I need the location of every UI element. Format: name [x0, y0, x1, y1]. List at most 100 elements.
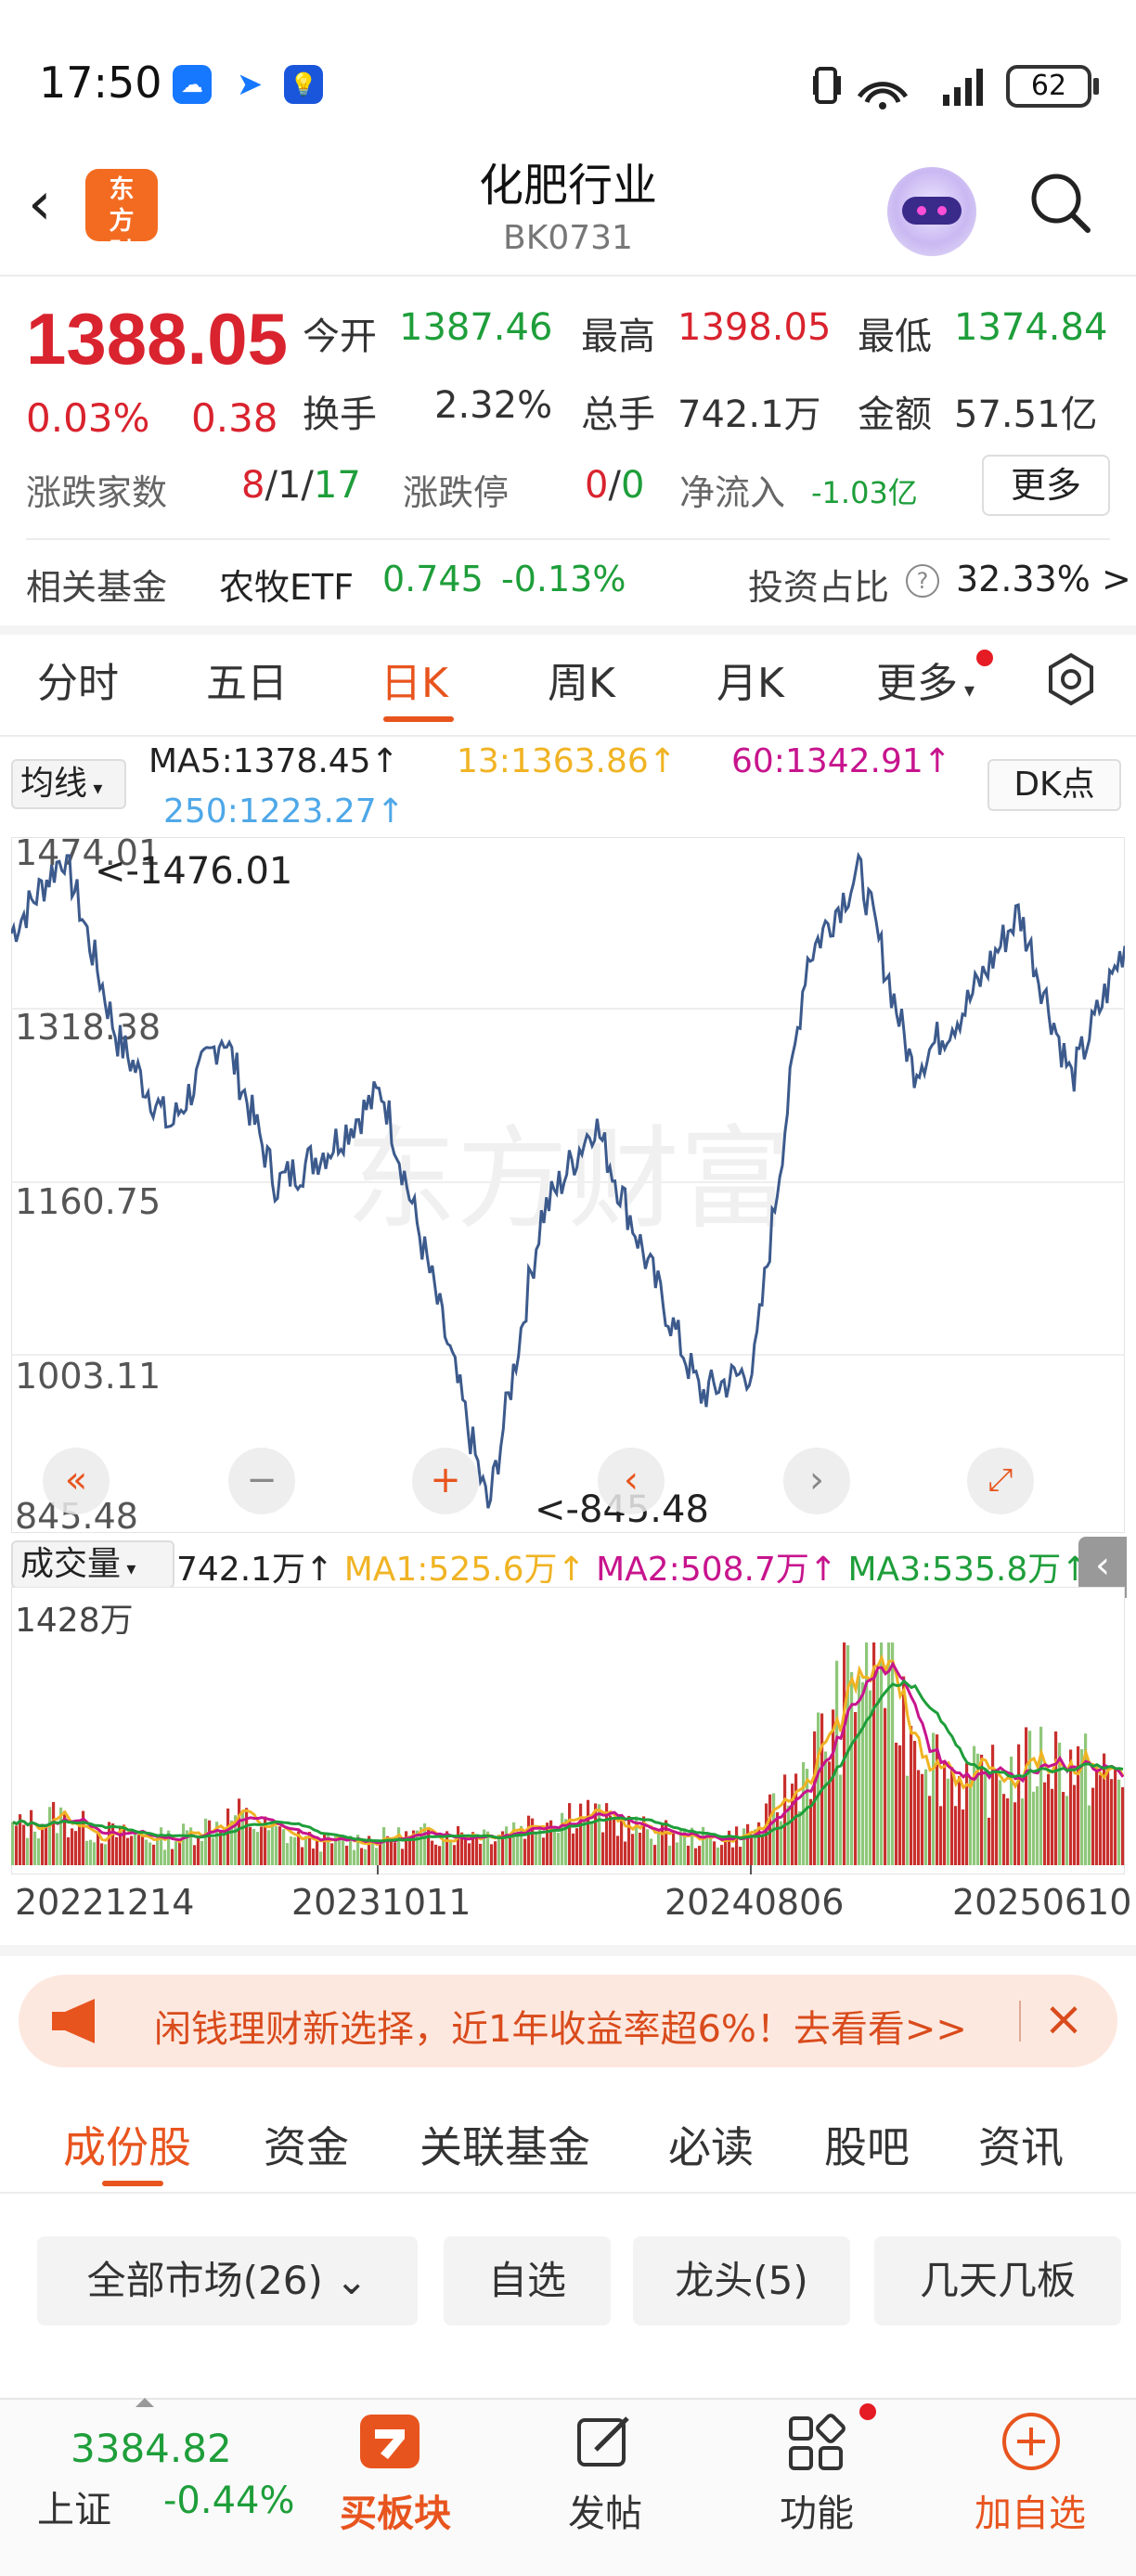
index-name: 上证	[37, 2489, 111, 2531]
apps-grid-icon[interactable]	[785, 2413, 846, 2474]
volume-bar	[1028, 1731, 1032, 1865]
tab-weekly-k[interactable]: 周K	[548, 650, 615, 709]
filter-all-markets-label: 全部市场(26)	[86, 2258, 323, 2303]
tab-forum[interactable]: 股吧	[824, 2114, 910, 2175]
search-icon[interactable]	[1028, 171, 1091, 234]
tab-related-funds[interactable]: 关联基金	[420, 2114, 590, 2175]
zoom-in-button[interactable]: +	[412, 1448, 479, 1514]
scroll-left-button[interactable]: ‹	[598, 1448, 665, 1514]
robot-eye-left	[917, 206, 926, 215]
volume-bar	[115, 1836, 119, 1865]
volume-bar	[37, 1838, 41, 1865]
tab-more[interactable]: 更多 ▾	[876, 650, 975, 709]
edit-post-icon[interactable]	[574, 2413, 635, 2474]
volume-bar	[542, 1837, 546, 1865]
volume-bar	[783, 1774, 787, 1865]
volume-bar	[1088, 1805, 1091, 1865]
tab-daily-k[interactable]: 日K	[381, 650, 448, 709]
nav-buy-sector[interactable]: 买板块	[321, 2483, 470, 2537]
promo-text[interactable]: 闲钱理财新选择，近1年收益率超6%！去看看>>	[154, 1999, 967, 2053]
filter-leaders[interactable]: 龙头(5)	[633, 2236, 850, 2325]
volume-bar	[553, 1831, 557, 1865]
close-icon[interactable]: ×	[1036, 1991, 1091, 2047]
date-tick-3: 20240806	[665, 1882, 845, 1923]
vibrate-icon	[815, 67, 837, 104]
volume-bar	[249, 1826, 252, 1865]
volume-bar	[390, 1840, 394, 1865]
fullscreen-icon[interactable]: ⤢	[967, 1448, 1034, 1514]
cellular-icon	[943, 95, 949, 106]
index-value[interactable]: 3384.82	[71, 2426, 232, 2471]
gear-icon[interactable]	[1043, 651, 1099, 707]
limit-label: 涨跌停	[403, 472, 510, 513]
buy-sector-icon[interactable]	[355, 2411, 425, 2474]
volume-indicator-select[interactable]: 成交量 ▾	[11, 1540, 174, 1589]
tab-monthly-k[interactable]: 月K	[716, 650, 784, 709]
volume-bar	[160, 1827, 163, 1865]
expand-arrow-icon[interactable]	[136, 2398, 154, 2407]
volume-chart[interactable]: 1428万	[11, 1587, 1125, 1874]
volume-bar	[342, 1837, 345, 1865]
volume-bar	[639, 1832, 642, 1865]
volume-value: 742.1万	[678, 393, 821, 436]
active-content-tab-underline	[102, 2181, 163, 2186]
volume-bar	[204, 1818, 208, 1865]
volume-bar	[1099, 1774, 1103, 1865]
related-fund-name[interactable]: 农牧ETF	[219, 559, 354, 610]
volume-bar	[509, 1837, 512, 1865]
tab-five-day[interactable]: 五日	[206, 650, 288, 709]
tab-constituents[interactable]: 成份股	[63, 2114, 191, 2175]
volume-bar	[1121, 1787, 1125, 1865]
volume-bar	[1103, 1753, 1106, 1865]
volume-bar	[809, 1798, 813, 1865]
volume-bar	[958, 1776, 962, 1865]
navigation-icon: ➤	[230, 65, 269, 104]
tab-must-read[interactable]: 必读	[668, 2114, 754, 2175]
date-tick-4: 20250610	[952, 1882, 1132, 1923]
volume-bar	[11, 1822, 15, 1865]
volume-bar	[197, 1837, 200, 1865]
tab-intraday[interactable]: 分时	[37, 650, 119, 709]
robot-eye-right	[937, 206, 947, 215]
volume-bar	[731, 1847, 735, 1865]
indicator-select[interactable]: 均线 ▾	[11, 759, 126, 809]
price-chart[interactable]: 东方财富 1474.011318.381160.751003.11845.48 …	[11, 837, 1125, 1533]
volume-bar	[1025, 1727, 1028, 1865]
filter-all-markets[interactable]: 全部市场(26) ⌄	[37, 2236, 418, 2325]
add-watchlist-icon[interactable]	[999, 2409, 1064, 2474]
amount-label: 金额	[858, 393, 932, 436]
volume-bar	[193, 1845, 197, 1865]
more-stats-button[interactable]: 更多	[982, 455, 1110, 516]
high-annotation: <-1476.01	[95, 850, 292, 893]
filter-streak-boards[interactable]: 几天几板	[874, 2236, 1121, 2325]
dk-point-button[interactable]: DK点	[988, 759, 1121, 811]
scroll-right-button[interactable]: ›	[783, 1448, 850, 1514]
scroll-left-fast-button[interactable]: «	[43, 1448, 110, 1514]
quote-divider	[26, 538, 1110, 540]
volume-bar	[278, 1826, 282, 1865]
volume-bar	[1110, 1779, 1114, 1865]
tab-funds-flow[interactable]: 资金	[264, 2114, 349, 2175]
volume-bar	[56, 1833, 59, 1865]
volume-bar	[319, 1851, 323, 1865]
volume-bar	[657, 1833, 661, 1865]
nav-functions[interactable]: 功能	[742, 2483, 891, 2537]
volume-bar	[41, 1823, 45, 1865]
filter-watchlist[interactable]: 自选	[444, 2236, 611, 2325]
invest-ratio-label: 投资占比	[748, 567, 890, 608]
volume-bar	[200, 1840, 204, 1865]
volume-bar	[449, 1841, 453, 1865]
invest-ratio-value[interactable]: 32.33% >	[956, 559, 1131, 599]
volume-bar	[1043, 1782, 1047, 1865]
tab-news[interactable]: 资讯	[978, 2114, 1064, 2175]
low-label: 最低	[858, 316, 932, 358]
chevron-down-icon: ⌄	[322, 2258, 368, 2303]
zoom-out-button[interactable]: −	[228, 1448, 295, 1514]
help-icon[interactable]: ?	[906, 564, 939, 598]
nav-post[interactable]: 发帖	[531, 2483, 679, 2537]
change-percent: 0.03%	[26, 395, 150, 441]
megaphone-icon	[52, 1999, 95, 2043]
nav-add-watchlist[interactable]: 加自选	[956, 2483, 1104, 2537]
volume-bar	[104, 1844, 108, 1865]
volume-bar	[672, 1833, 676, 1865]
